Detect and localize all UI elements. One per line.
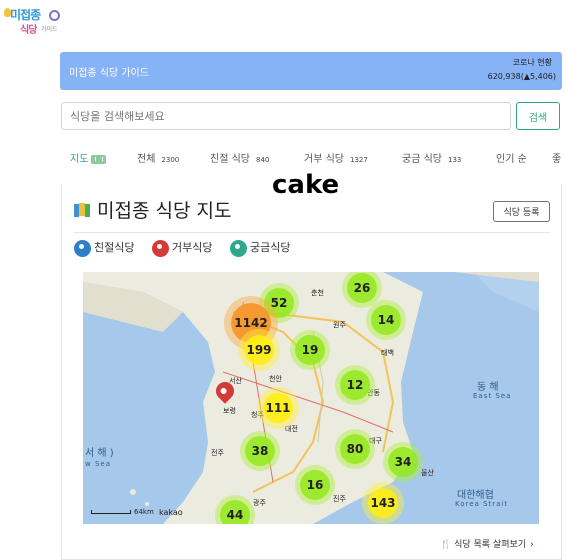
restaurant-list-link-label: 식당 목록 살펴보기: [454, 540, 527, 550]
red-pin-icon: [152, 239, 169, 257]
cup-icon: [49, 10, 60, 21]
scale-bar: [91, 510, 131, 514]
tab-bar: 지도 전체 2300 친절 식당 840 거부 식당 1327 궁금 식당 133 인기…: [60, 144, 566, 170]
legend-refuse-label: 거부식당: [172, 241, 213, 254]
tab-map-label: 지도: [70, 154, 89, 165]
tab-kind-label: 친절 식당: [210, 154, 250, 165]
cluster-marker[interactable]: 44: [220, 500, 250, 524]
cluster-marker[interactable]: 143: [368, 488, 398, 518]
tab-curious-count: 133: [447, 156, 462, 164]
tab-refuse[interactable]: 거부 식당 1327: [304, 150, 368, 165]
search-input[interactable]: [61, 102, 511, 130]
city-gwangju: 광주: [253, 499, 266, 507]
cluster-marker[interactable]: 111: [263, 393, 293, 423]
sea-label-west-en: w Sea: [85, 460, 111, 468]
tab-like[interactable]: 좋: [552, 150, 561, 165]
sea-label-east: 동 해: [477, 382, 499, 393]
tab-popular[interactable]: 인기 순: [496, 150, 527, 165]
city-jinju: 진주: [333, 495, 346, 503]
tab-map[interactable]: 지도: [70, 150, 107, 165]
city-chuncheon: 춘천: [311, 289, 324, 297]
tab-all[interactable]: 전체 2300: [137, 150, 179, 165]
city-daejeon: 대전: [285, 425, 298, 433]
tab-curious[interactable]: 궁금 식당 133: [402, 150, 461, 165]
city-boryeong: 보령: [223, 407, 236, 415]
map-section-title-text: 미접종 식당 지도: [97, 200, 232, 222]
cluster-marker[interactable]: 19: [295, 335, 325, 365]
cluster-marker[interactable]: 12: [340, 370, 370, 400]
city-ulsan: 울산: [421, 469, 434, 477]
cluster-marker[interactable]: 199: [244, 335, 274, 365]
scale-label: 64km: [134, 508, 154, 516]
map-icon: [91, 154, 107, 164]
tab-refuse-label: 거부 식당: [304, 154, 344, 165]
chevron-right-icon: ›: [530, 540, 534, 550]
cluster-marker[interactable]: 38: [245, 436, 275, 466]
covid-status-label: 코로나 현황: [512, 58, 552, 67]
legend-refuse[interactable]: 거부식당: [152, 239, 212, 259]
header-banner: 미접종 식당 가이드 코로나 현황 620,938(▲5,406): [60, 52, 562, 90]
city-cheongju: 청주: [251, 411, 264, 419]
covid-status-value: 620,938(▲5,406): [487, 72, 556, 81]
search-button[interactable]: 검색: [516, 102, 560, 130]
city-taebaek: 태백: [381, 349, 394, 357]
cluster-marker[interactable]: 14: [371, 305, 401, 335]
section-divider: [73, 232, 550, 233]
restaurant-map[interactable]: 춘천 원주 대전 청주 태백 안동 전주 대구 울산 진주 광주 서산 보령 천…: [83, 272, 539, 524]
logo-text-line2: 식당: [20, 25, 37, 36]
blue-pin-icon: [74, 239, 91, 257]
tab-curious-label: 궁금 식당: [402, 154, 442, 165]
header-title[interactable]: 미접종 식당 가이드: [69, 64, 149, 79]
tab-refuse-count: 1327: [349, 156, 368, 164]
tab-kind-count: 840: [255, 156, 270, 164]
teal-pin-icon: [230, 239, 247, 257]
tab-kind[interactable]: 친절 식당 840: [210, 150, 269, 165]
sea-label-strait: 대한해협: [457, 490, 494, 501]
cluster-marker[interactable]: 34: [388, 447, 418, 477]
tab-all-label: 전체: [137, 154, 156, 165]
map-section-title: 미접종 식당 지도: [73, 196, 231, 223]
sea-label-east-en: East Sea: [473, 392, 512, 400]
city-cheonan: 천안: [269, 375, 282, 383]
cluster-marker[interactable]: 80: [340, 434, 370, 464]
cluster-marker[interactable]: 16: [300, 470, 330, 500]
legend-curious-label: 궁금식당: [250, 241, 291, 254]
sea-label-strait-en: Korea Strait: [455, 500, 509, 508]
city-wonju: 원주: [333, 321, 346, 329]
legend-kind-label: 친절식당: [94, 241, 135, 254]
logo-text-line3: 가이드: [41, 26, 58, 33]
tab-all-count: 2300: [161, 156, 180, 164]
cluster-marker[interactable]: 26: [347, 273, 377, 303]
legend-curious[interactable]: 궁금식당: [230, 239, 290, 259]
map-scale: 64km: [91, 508, 154, 516]
map-brand-logo: kakao: [159, 508, 183, 517]
city-jeonju: 전주: [211, 449, 224, 457]
restaurant-list-link[interactable]: 🍴 식당 목록 살펴보기 ›: [440, 537, 534, 550]
city-daegu: 대구: [369, 437, 382, 445]
tab-popular-label: 인기 순: [496, 154, 527, 165]
sea-label-west: 서 해 ): [85, 448, 114, 459]
app-logo[interactable]: 미접종 식당 가이드: [4, 6, 62, 36]
overlay-label: cake: [272, 170, 340, 200]
map-flag-icon: [74, 203, 90, 217]
legend-kind[interactable]: 친절식당: [74, 239, 134, 259]
tab-like-label: 좋: [552, 154, 562, 165]
utensils-icon: 🍴: [440, 540, 452, 550]
register-restaurant-button[interactable]: 식당 등록: [493, 201, 550, 222]
